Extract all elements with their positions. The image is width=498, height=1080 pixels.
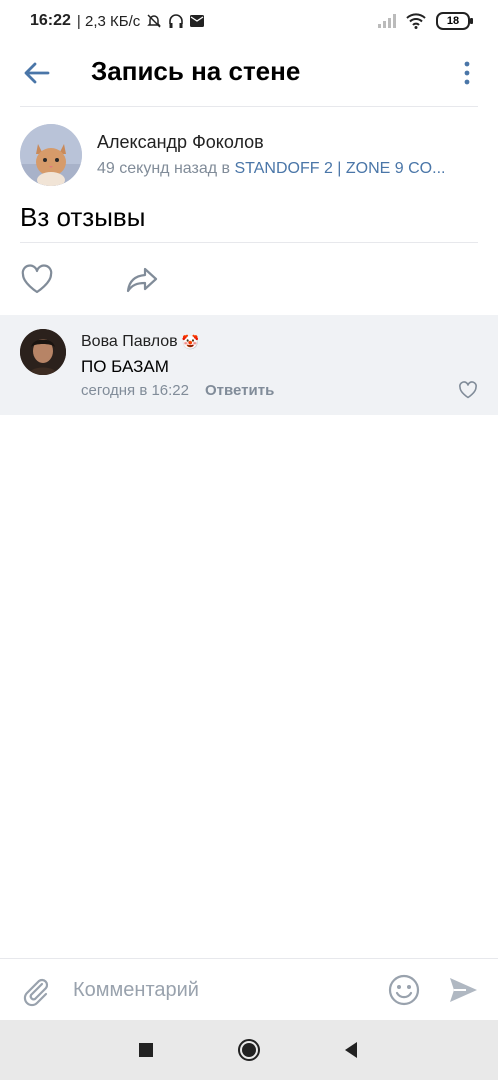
cat-avatar-image: [20, 124, 82, 186]
reply-button[interactable]: Ответить: [205, 382, 274, 399]
comment-like-icon[interactable]: [458, 380, 478, 400]
mute-bell-icon: [147, 14, 162, 28]
home-icon[interactable]: [237, 1038, 261, 1062]
status-speed: | 2,3 КБ/с: [76, 12, 141, 30]
back-arrow-icon[interactable]: [22, 58, 52, 88]
mail-icon: [190, 15, 205, 27]
post-header: Александр Фоколов 49 секунд назад в STAN…: [20, 124, 480, 186]
commenter-avatar-image: [20, 329, 66, 375]
share-icon[interactable]: [125, 263, 159, 297]
app-bar: Запись на стене: [0, 44, 498, 104]
comment-composer: Комментарий: [0, 958, 498, 1021]
back-icon[interactable]: [339, 1038, 363, 1062]
status-time: 16:22: [30, 12, 71, 29]
header-divider: [20, 106, 478, 107]
comment-author-name: Вова Павлов: [81, 333, 178, 350]
comment-input[interactable]: Комментарий: [73, 979, 199, 1002]
author-avatar[interactable]: [20, 124, 82, 186]
comment-author[interactable]: Вова Павлов 🤡: [81, 333, 199, 351]
status-left: 16:22 | 2,3 КБ/с: [30, 12, 205, 30]
comment-time: сегодня в 16:22: [81, 382, 189, 399]
system-nav-bar: [0, 1020, 498, 1080]
send-icon[interactable]: [447, 974, 479, 1006]
attach-icon[interactable]: [20, 975, 52, 1007]
like-icon[interactable]: [20, 263, 54, 297]
clown-emoji: 🤡: [181, 333, 200, 350]
commenter-avatar[interactable]: [20, 329, 66, 375]
recents-icon[interactable]: [134, 1038, 158, 1062]
page-title: Запись на стене: [91, 56, 301, 86]
post-author-name[interactable]: Александр Фоколов: [97, 132, 264, 153]
comment-text: ПО БАЗАМ: [81, 357, 169, 376]
post-meta: 49 секунд назад в STANDOFF 2 | ZONE 9 CO…: [97, 160, 477, 178]
post-divider: [20, 242, 478, 243]
wifi-icon: [406, 13, 426, 29]
status-right: 18: [378, 12, 473, 30]
comment-meta: сегодня в 16:22 Ответить: [81, 382, 274, 399]
emoji-icon[interactable]: [387, 973, 421, 1007]
headphones-icon: [169, 14, 184, 28]
post-group-link[interactable]: STANDOFF 2 | ZONE 9 CO...: [234, 160, 445, 177]
battery-indicator: 18: [436, 12, 473, 30]
post-text: Вз отзывы: [20, 202, 146, 232]
more-vertical-icon[interactable]: [462, 58, 472, 88]
post-actions: [20, 263, 480, 299]
status-bar: 16:22 | 2,3 КБ/с 18: [0, 0, 498, 44]
signal-icon: [378, 14, 396, 28]
comment-item: Вова Павлов 🤡 ПО БАЗАМ сегодня в 16:22 О…: [0, 315, 498, 415]
post-time: 49 секунд назад в: [97, 160, 231, 177]
